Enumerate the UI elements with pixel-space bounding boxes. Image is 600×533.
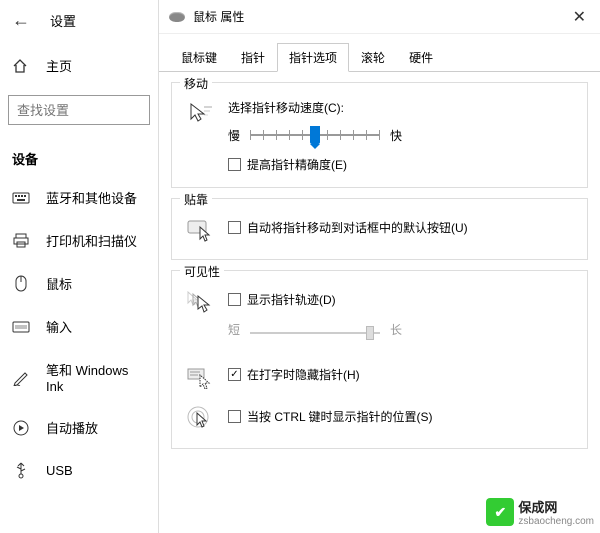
settings-title: 设置 — [50, 11, 76, 30]
nav-label: 打印机和扫描仪 — [46, 231, 137, 250]
snap-to-label: 自动将指针移动到对话框中的默认按钮(U) — [247, 219, 468, 236]
nav-bluetooth[interactable]: 蓝牙和其他设备 — [0, 176, 158, 219]
printer-icon — [12, 232, 30, 250]
settings-sidebar: ← 设置 主页 设备 蓝牙和其他设备 打印机和扫描仪 鼠标 输入 笔和 Wind… — [0, 0, 158, 533]
tab-hardware[interactable]: 硬件 — [397, 43, 445, 72]
search-input[interactable] — [17, 103, 141, 118]
nav-mouse[interactable]: 鼠标 — [0, 262, 158, 305]
pointer-trails-label: 显示指针轨迹(D) — [247, 291, 336, 308]
long-label: 长 — [390, 321, 402, 338]
typing-icon — [12, 318, 30, 336]
nav-label: 自动播放 — [46, 418, 98, 437]
nav-label: USB — [46, 463, 73, 478]
nav-typing[interactable]: 输入 — [0, 305, 158, 348]
pointer-speed-slider[interactable] — [250, 124, 380, 146]
dialog-titlebar: 鼠标 属性 ✕ — [159, 0, 600, 34]
pointer-trails-checkbox[interactable] — [228, 293, 241, 306]
mouse-properties-dialog: 鼠标 属性 ✕ 鼠标键 指针 指针选项 滚轮 硬件 移动 选择指针移动速度(C)… — [158, 0, 600, 533]
dialog-title: 鼠标 属性 — [193, 8, 244, 25]
keyboard-icon — [12, 189, 30, 207]
snap-to-checkbox[interactable] — [228, 221, 241, 234]
back-arrow-icon[interactable]: ← — [12, 10, 30, 31]
fast-label: 快 — [390, 127, 402, 144]
tab-buttons[interactable]: 鼠标键 — [169, 43, 229, 72]
group-snap-title: 贴靠 — [180, 191, 212, 208]
mouse-icon — [12, 275, 30, 293]
group-visibility-title: 可见性 — [180, 263, 224, 280]
home-icon — [12, 58, 28, 74]
snap-to-icon — [184, 215, 218, 245]
hide-typing-icon — [184, 362, 218, 392]
nav-usb[interactable]: USB — [0, 449, 158, 491]
tab-content: 移动 选择指针移动速度(C): 慢 快 — [159, 82, 600, 449]
group-motion: 移动 选择指针移动速度(C): 慢 快 — [171, 82, 588, 188]
close-icon[interactable]: ✕ — [569, 7, 590, 27]
section-label: 设备 — [0, 141, 158, 176]
watermark-url: zsbaocheng.com — [518, 516, 594, 527]
nav-label: 蓝牙和其他设备 — [46, 188, 137, 207]
nav-pen[interactable]: 笔和 Windows Ink — [0, 348, 158, 406]
tab-strip: 鼠标键 指针 指针选项 滚轮 硬件 — [159, 34, 600, 72]
search-box[interactable] — [8, 95, 150, 125]
nav-printers[interactable]: 打印机和扫描仪 — [0, 219, 158, 262]
ctrl-locate-icon — [184, 404, 218, 434]
ctrl-locate-checkbox[interactable] — [228, 410, 241, 423]
tab-pointers[interactable]: 指针 — [229, 43, 277, 72]
short-label: 短 — [228, 321, 240, 338]
pointer-speed-icon — [184, 99, 218, 129]
pen-icon — [12, 368, 30, 386]
group-visibility: 可见性 显示指针轨迹(D) 短 — [171, 270, 588, 449]
watermark-badge-icon: ✔ — [486, 498, 514, 526]
hide-typing-checkbox[interactable] — [228, 368, 241, 381]
nav-label: 笔和 Windows Ink — [46, 360, 146, 394]
enhance-precision-checkbox[interactable] — [228, 158, 241, 171]
trail-length-slider — [250, 322, 380, 342]
pointer-speed-label: 选择指针移动速度(C): — [228, 99, 575, 116]
nav-autoplay[interactable]: 自动播放 — [0, 406, 158, 449]
pointer-trails-icon — [184, 287, 218, 317]
enhance-precision-label: 提高指针精确度(E) — [247, 156, 347, 173]
settings-header: ← 设置 — [0, 0, 158, 40]
nav-label: 输入 — [46, 317, 72, 336]
tab-wheel[interactable]: 滚轮 — [349, 43, 397, 72]
watermark-name: 保成网 — [518, 497, 594, 516]
autoplay-icon — [12, 419, 30, 437]
nav-home[interactable]: 主页 — [0, 46, 158, 85]
group-motion-title: 移动 — [180, 75, 212, 92]
slider-thumb[interactable] — [310, 126, 320, 144]
watermark: ✔ 保成网 zsbaocheng.com — [486, 497, 594, 527]
mouse-title-icon — [169, 12, 185, 22]
hide-typing-label: 在打字时隐藏指针(H) — [247, 366, 360, 383]
slow-label: 慢 — [228, 127, 240, 144]
home-label: 主页 — [46, 56, 72, 75]
nav-label: 鼠标 — [46, 274, 72, 293]
tab-pointer-options[interactable]: 指针选项 — [277, 43, 349, 72]
group-snap: 贴靠 自动将指针移动到对话框中的默认按钮(U) — [171, 198, 588, 260]
ctrl-locate-label: 当按 CTRL 键时显示指针的位置(S) — [247, 408, 433, 425]
usb-icon — [12, 461, 30, 479]
